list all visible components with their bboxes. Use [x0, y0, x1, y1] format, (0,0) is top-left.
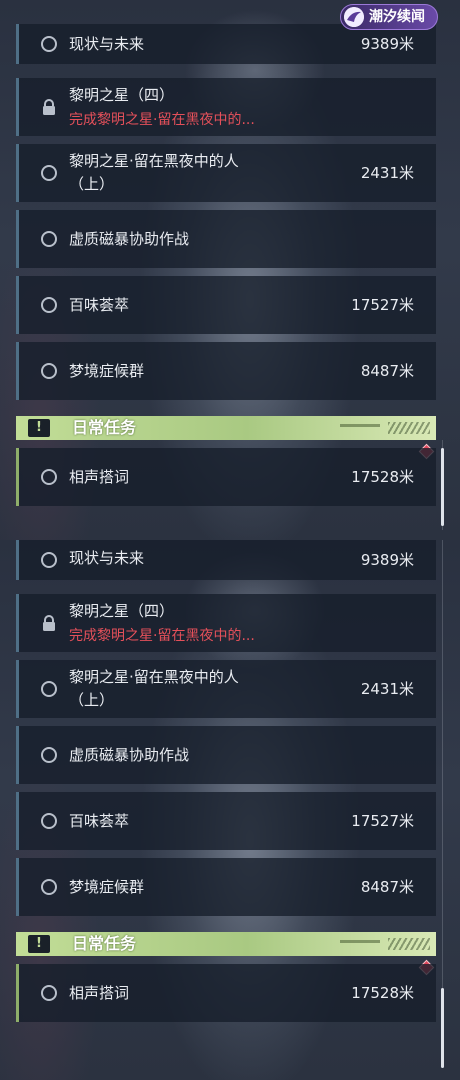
lock-icon: [43, 99, 55, 115]
radio-circle-icon: [41, 681, 57, 697]
quest-row[interactable]: 现状与未来 9389米: [16, 24, 436, 64]
radio-circle-icon: [41, 297, 57, 313]
exclamation-icon: !: [28, 419, 50, 437]
quest-title: 相声搭词: [69, 984, 130, 1002]
quest-row[interactable]: 百味荟萃 17527米: [16, 792, 436, 850]
quest-title: 现状与未来: [69, 549, 145, 567]
daily-quest-row[interactable]: 相声搭词 17528米: [16, 964, 436, 1022]
header-decoration: [340, 940, 380, 943]
daily-quest-header[interactable]: ! 日常任务: [16, 932, 436, 956]
lock-icon: [43, 615, 55, 631]
quest-row-locked[interactable]: 黎明之星（四） 完成黎明之星·留在黑夜中的...: [16, 78, 436, 136]
quest-row[interactable]: 梦境症候群 8487米: [16, 858, 436, 916]
quest-distance: 8487米: [360, 878, 414, 896]
radio-circle-icon: [41, 985, 57, 1001]
quest-title: 百味荟萃: [69, 296, 130, 314]
quest-distance: 9389米: [360, 35, 414, 53]
quest-distance: 8487米: [360, 362, 414, 380]
quest-title: 虚质磁暴协助作战: [69, 230, 190, 248]
radio-circle-icon: [41, 36, 57, 52]
scrollbar-thumb[interactable]: [441, 988, 444, 1068]
quest-title: 黎明之星（四）: [69, 86, 175, 104]
quest-title-line1: 黎明之星·留在黑夜中的人: [69, 152, 239, 170]
header-decoration: [340, 424, 380, 427]
quest-title-line2: （上）: [69, 175, 115, 193]
header-stripes: [388, 422, 430, 434]
radio-circle-icon: [41, 231, 57, 247]
quest-distance: 17527米: [351, 812, 414, 830]
daily-quest-row[interactable]: 相声搭词 17528米: [16, 448, 436, 506]
quest-title: 相声搭词: [69, 468, 130, 486]
radio-circle-icon: [41, 813, 57, 829]
radio-circle-icon: [41, 552, 57, 568]
radio-circle-icon: [41, 469, 57, 485]
radio-circle-icon: [41, 747, 57, 763]
quest-title: 梦境症候群: [69, 362, 145, 380]
quest-distance: 17528米: [351, 984, 414, 1002]
quest-row[interactable]: 百味荟萃 17527米: [16, 276, 436, 334]
quest-row[interactable]: 虚质磁暴协助作战: [16, 210, 436, 268]
scrollbar-track: [442, 540, 443, 1040]
quest-row[interactable]: 虚质磁暴协助作战: [16, 726, 436, 784]
quest-list-panel: 现状与未来 9389米 黎明之星（四） 完成黎明之星·留在黑夜中的... 黎明之…: [0, 540, 460, 1080]
quest-row[interactable]: 现状与未来 9389米: [16, 540, 436, 580]
quest-title: 百味荟萃: [69, 812, 130, 830]
quest-distance: 2431米: [360, 164, 414, 182]
quest-list-panel: 现状与未来 9389米 黎明之星（四） 完成黎明之星·留在黑夜中的... 黎明之…: [0, 0, 460, 540]
radio-circle-icon: [41, 165, 57, 181]
daily-quest-header[interactable]: ! 日常任务: [16, 416, 436, 440]
wave-logo-icon: [344, 7, 364, 27]
quest-title: 梦境症候群: [69, 878, 145, 896]
radio-circle-icon: [41, 879, 57, 895]
quest-distance: 9389米: [360, 551, 414, 569]
quest-distance: 17527米: [351, 296, 414, 314]
quest-title-line2: （上）: [69, 691, 115, 709]
header-stripes: [388, 938, 430, 950]
quest-row[interactable]: 黎明之星·留在黑夜中的人 （上） 2431米: [16, 144, 436, 202]
quest-title-line1: 黎明之星·留在黑夜中的人: [69, 668, 239, 686]
exclamation-icon: !: [28, 935, 50, 953]
section-label: 日常任务: [72, 934, 137, 953]
quest-row[interactable]: 梦境症候群 8487米: [16, 342, 436, 400]
app-logo: 潮汐续闻: [340, 4, 438, 30]
quest-row-locked[interactable]: 黎明之星（四） 完成黎明之星·留在黑夜中的...: [16, 594, 436, 652]
quest-locked-requirement: 完成黎明之星·留在黑夜中的...: [69, 112, 255, 128]
quest-title: 现状与未来: [69, 35, 145, 53]
logo-text: 潮汐续闻: [369, 9, 425, 25]
quest-distance: 2431米: [360, 680, 414, 698]
quest-distance: 17528米: [351, 468, 414, 486]
quest-locked-requirement: 完成黎明之星·留在黑夜中的...: [69, 628, 255, 644]
section-label: 日常任务: [72, 418, 137, 437]
quest-title: 虚质磁暴协助作战: [69, 746, 190, 764]
quest-row[interactable]: 黎明之星·留在黑夜中的人 （上） 2431米: [16, 660, 436, 718]
scrollbar-thumb[interactable]: [441, 448, 444, 526]
radio-circle-icon: [41, 363, 57, 379]
quest-title: 黎明之星（四）: [69, 602, 175, 620]
